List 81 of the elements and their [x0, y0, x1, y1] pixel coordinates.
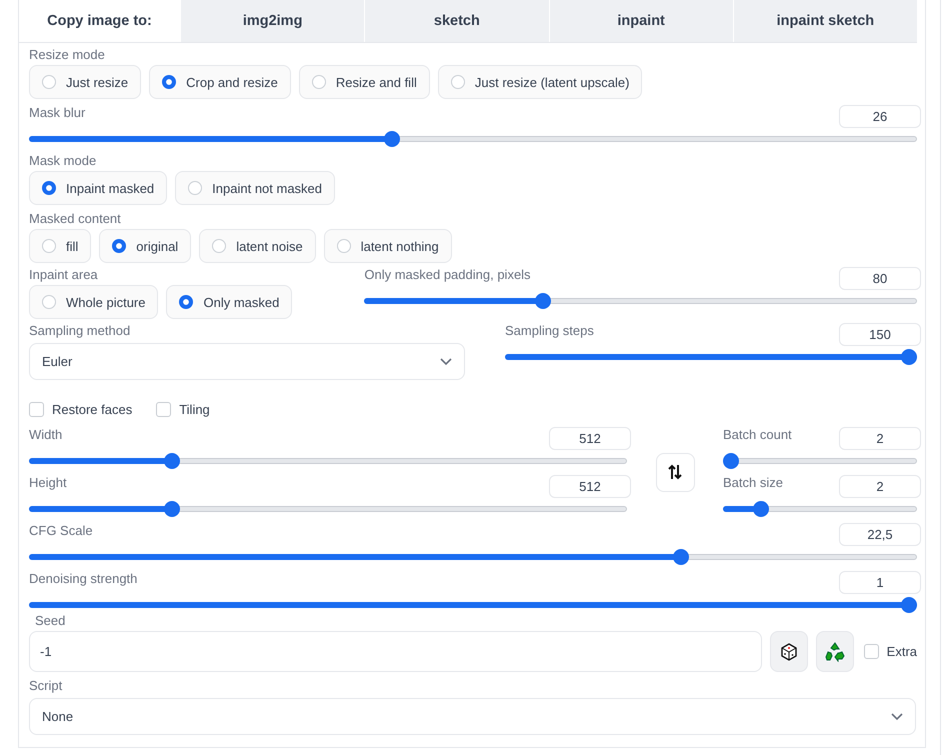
radio-option[interactable]: Just resize (latent upscale) — [438, 65, 642, 99]
copy-target-button[interactable]: inpaint sketch — [732, 0, 917, 42]
field-label: Batch size — [723, 475, 783, 491]
reuse-seed-button[interactable] — [816, 631, 854, 672]
field-label: Mask mode — [29, 153, 98, 169]
number-input[interactable]: 2 — [839, 475, 921, 498]
number-input[interactable]: 512 — [549, 427, 631, 450]
radio-button[interactable] — [42, 181, 56, 195]
checkbox[interactable] — [156, 402, 172, 417]
slider[interactable] — [29, 549, 917, 565]
swap-button[interactable] — [656, 452, 694, 492]
radio-option[interactable]: latent nothing — [324, 229, 452, 263]
radio-option[interactable]: fill — [29, 229, 92, 263]
field-label: Only masked padding, pixels — [364, 267, 531, 283]
slider[interactable] — [505, 349, 917, 365]
field-label: Batch count — [723, 427, 792, 443]
slider[interactable] — [723, 453, 917, 469]
copy-label: Copy image to: — [46, 12, 153, 31]
slider-thumb[interactable] — [901, 349, 917, 365]
slider-thumb[interactable] — [672, 549, 689, 565]
slider[interactable] — [723, 501, 917, 517]
swap-arrows-icon — [668, 464, 682, 480]
checkbox-label: Restore faces — [52, 402, 132, 417]
field-label: Sampling method — [29, 323, 130, 339]
radio-option[interactable]: original — [99, 229, 192, 263]
radio-button[interactable] — [162, 75, 176, 89]
number-input[interactable]: 2 — [839, 427, 921, 450]
radio-button[interactable] — [112, 239, 126, 253]
slider[interactable] — [29, 501, 627, 517]
slider-thumb[interactable] — [164, 501, 180, 517]
number-input[interactable]: 26 — [839, 105, 921, 128]
slider[interactable] — [29, 453, 627, 469]
slider[interactable] — [364, 293, 917, 309]
radio-option[interactable]: Whole picture — [29, 285, 158, 319]
checkbox-label: Extra — [886, 644, 917, 659]
number-input[interactable]: 1 — [839, 571, 921, 594]
checkbox-label: Tiling — [179, 402, 210, 417]
radio-option[interactable]: Only masked — [166, 285, 292, 319]
field-label: Width — [29, 427, 62, 443]
field-label: Sampling steps — [505, 323, 594, 339]
random-seed-button[interactable] — [770, 631, 808, 672]
slider-thumb[interactable] — [901, 597, 917, 613]
recycle-icon — [824, 642, 845, 662]
radio-option[interactable]: Inpaint not masked — [175, 171, 336, 205]
field-label: Masked content — [29, 211, 122, 227]
copy-target-button[interactable]: inpaint — [548, 0, 733, 42]
radio-option[interactable]: Crop and resize — [149, 65, 291, 99]
copy-target-button[interactable]: img2img — [180, 0, 364, 42]
radio-option[interactable]: latent noise — [199, 229, 316, 263]
seed-field[interactable]: -1 — [29, 631, 762, 672]
slider-thumb[interactable] — [164, 453, 180, 469]
field-label: Height — [29, 475, 67, 491]
slider-thumb[interactable] — [752, 501, 769, 517]
field-label: Denoising strength — [29, 571, 138, 587]
slider[interactable] — [29, 597, 917, 613]
slider-thumb[interactable] — [384, 131, 400, 147]
radio-option[interactable]: Just resize — [29, 65, 142, 99]
number-input[interactable]: 80 — [839, 267, 921, 290]
number-input[interactable]: 150 — [839, 323, 921, 346]
field-label: Inpaint area — [29, 267, 98, 283]
slider-thumb[interactable] — [535, 293, 551, 309]
field-label: Resize mode — [29, 47, 106, 63]
number-input[interactable]: 22,5 — [839, 523, 921, 546]
chevron-down-icon — [440, 358, 452, 366]
number-input[interactable]: 512 — [549, 475, 631, 498]
radio-option[interactable]: Resize and fill — [298, 65, 430, 99]
slider[interactable] — [29, 131, 917, 147]
slider-thumb[interactable] — [723, 453, 739, 469]
field-label: Seed — [34, 613, 66, 629]
field-label: Mask blur — [29, 105, 86, 121]
chevron-down-icon — [891, 712, 903, 720]
field-label: Script — [29, 678, 64, 694]
radio-option[interactable]: Inpaint masked — [29, 171, 168, 205]
field-label: CFG Scale — [29, 523, 93, 539]
radio-button[interactable] — [179, 295, 194, 309]
script-dropdown[interactable]: None — [29, 698, 916, 735]
checkbox[interactable] — [29, 402, 44, 417]
dice-icon — [780, 642, 798, 660]
sampling-method-dropdown[interactable]: Euler — [29, 343, 465, 380]
checkbox[interactable] — [864, 644, 879, 659]
copy-target-button[interactable]: sketch — [364, 0, 548, 42]
